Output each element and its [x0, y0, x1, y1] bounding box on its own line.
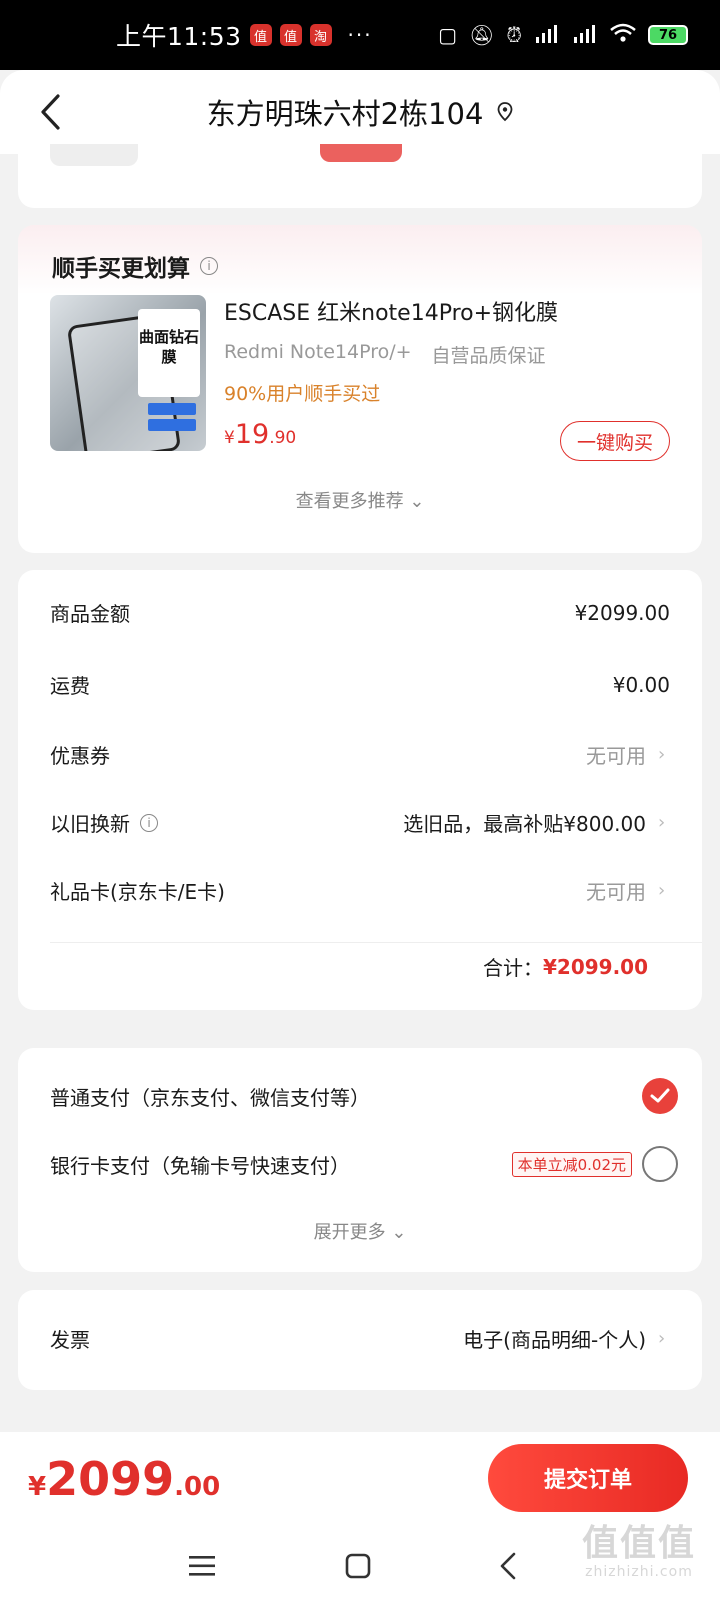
divider	[50, 942, 702, 943]
recommendation-title-text: 顺手买更划算	[52, 256, 190, 282]
product-image[interactable]: 曲面钻石膜	[50, 295, 206, 451]
payment-option-normal[interactable]: 普通支付（京东支付、微信支付等）	[50, 1078, 678, 1114]
checkout-total-price: ¥ 2099 .00	[28, 1452, 220, 1506]
expand-more-payment[interactable]: 展开更多 ⌄	[18, 1218, 702, 1244]
product-tag: 自营品质保证	[431, 345, 546, 367]
battery-icon: 76	[648, 25, 688, 45]
chevron-right-icon: ›	[658, 744, 666, 765]
goods-amount-row: 商品金额 ¥2099.00	[50, 598, 670, 627]
goods-amount-value: ¥2099.00	[574, 600, 670, 625]
app-notification-icon: 值	[279, 24, 302, 46]
info-icon[interactable]: i	[200, 257, 218, 275]
tradein-value: 选旧品，最高补贴¥800.00	[403, 812, 646, 836]
price-currency: ¥	[28, 1472, 47, 1502]
invoice-label: 发票	[50, 1328, 90, 1352]
back-nav-icon[interactable]	[490, 1548, 526, 1584]
product-image-tag	[148, 419, 196, 431]
address-title[interactable]: 东方明珠六村2栋104	[207, 91, 484, 133]
invoice-row[interactable]: 发票 电子(商品明细-个人) ›	[50, 1324, 670, 1353]
price-integer: 19	[234, 419, 270, 450]
price-decimal: .90	[269, 428, 297, 448]
wifi-icon	[610, 23, 636, 48]
recommendation-card: 顺手买更划算 i 曲面钻石膜 ESCASE 红米note14Pro+钢化膜 Re…	[18, 225, 702, 553]
payment-option-right: 本单立减0.02元	[511, 1146, 678, 1182]
giftcard-row[interactable]: 礼品卡(京东卡/E卡) 无可用 ›	[50, 876, 670, 905]
back-button[interactable]	[30, 92, 70, 132]
chevron-left-icon	[41, 94, 60, 130]
submit-order-button[interactable]: 提交订单	[488, 1444, 688, 1512]
shipping-value: ¥0.00	[612, 672, 670, 697]
app-notification-icon: 淘	[309, 24, 332, 46]
product-name[interactable]: ESCASE 红米note14Pro+钢化膜	[224, 295, 558, 327]
product-image-badge: 曲面钻石膜	[138, 309, 200, 397]
shipping-row: 运费 ¥0.00	[50, 670, 670, 699]
watermark-url: zhizhizhi.com	[585, 1564, 693, 1580]
product-subtitle: Redmi Note14Pro/+ 自营品质保证	[224, 341, 546, 368]
payment-option-bank[interactable]: 银行卡支付（免输卡号快速支付） 本单立减0.02元	[50, 1146, 678, 1182]
total-label: 合计：	[482, 956, 543, 980]
payment-radio-selected[interactable]	[642, 1078, 678, 1114]
payment-option-label: 普通支付（京东支付、微信支付等）	[50, 1085, 370, 1110]
home-icon[interactable]	[340, 1548, 376, 1584]
recommendation-title: 顺手买更划算 i	[52, 249, 218, 283]
price-decimal: .00	[174, 1472, 221, 1502]
promo-badge: 本单立减0.02元	[511, 1151, 632, 1177]
product-thumbnail	[320, 144, 402, 162]
giftcard-label: 礼品卡(京东卡/E卡)	[50, 880, 225, 904]
alarm-icon: ⏰︎	[506, 23, 522, 47]
price-integer: 2099	[46, 1452, 175, 1506]
total-row: 合计： ¥2099.00	[483, 952, 648, 981]
total-value: ¥2099.00	[542, 954, 648, 979]
signal-icon	[534, 23, 560, 48]
mute-icon: 🔕︎	[469, 23, 495, 47]
checkout-bar: ¥ 2099 .00 提交订单	[0, 1432, 720, 1532]
location-pin-icon[interactable]	[497, 102, 513, 122]
chevron-right-icon: ›	[658, 880, 666, 901]
payment-method-card: 普通支付（京东支付、微信支付等） 银行卡支付（免输卡号快速支付） 本单立减0.0…	[18, 1048, 702, 1272]
product-card-partial	[18, 140, 702, 208]
watermark: 值值值 zhizhizhi.com	[581, 1523, 696, 1581]
status-bar: 上午11:53 值 值 淘 ··· ▢ 🔕︎ ⏰︎ 76	[0, 0, 720, 70]
payment-option-label: 银行卡支付（免输卡号快速支付）	[50, 1153, 350, 1178]
coupon-value: 无可用	[586, 744, 646, 768]
product-price: ¥ 19 .90	[224, 419, 296, 450]
one-key-buy-button[interactable]: 一键购买	[560, 421, 670, 461]
coupon-label: 优惠券	[50, 744, 110, 768]
product-model: Redmi Note14Pro/+	[224, 341, 412, 363]
info-icon[interactable]: i	[140, 813, 158, 832]
giftcard-value: 无可用	[586, 880, 646, 904]
status-right-icons: ▢ 🔕︎ ⏰︎ 76	[438, 23, 688, 48]
signal-icon	[572, 23, 598, 48]
chevron-right-icon: ›	[658, 812, 666, 833]
invoice-value: 电子(商品明细-个人)	[463, 1328, 646, 1352]
shipping-label: 运费	[50, 674, 90, 698]
status-time: 上午11:53	[116, 22, 242, 51]
chevron-right-icon: ›	[658, 1328, 666, 1349]
status-app-icons: 值 值 淘	[249, 24, 332, 46]
goods-amount-label: 商品金额	[50, 602, 130, 626]
coupon-row[interactable]: 优惠券 无可用 ›	[50, 740, 670, 769]
price-currency: ¥	[224, 428, 235, 448]
nfc-icon: ▢	[438, 23, 457, 47]
see-more-recommendations[interactable]: 查看更多推荐 ⌄	[18, 487, 702, 513]
menu-icon[interactable]	[184, 1548, 220, 1584]
tradein-label: 以旧换新 i	[50, 808, 158, 837]
product-thumbnail	[50, 144, 138, 166]
buy-rate-note: 90%用户顺手买过	[224, 383, 381, 405]
watermark-logo: 值值值	[581, 1523, 696, 1564]
check-icon	[642, 1078, 678, 1114]
payment-radio-unselected[interactable]	[642, 1146, 678, 1182]
tradein-row[interactable]: 以旧换新 i 选旧品，最高补贴¥800.00 ›	[50, 808, 670, 837]
product-image-tag	[148, 403, 196, 415]
cost-summary-card: 商品金额 ¥2099.00 运费 ¥0.00 优惠券 无可用 › 以旧换新 i …	[18, 570, 702, 1010]
app-notification-icon: 值	[249, 24, 272, 46]
more-notifications-icon: ···	[347, 23, 373, 47]
tradein-label-text: 以旧换新	[50, 812, 130, 836]
invoice-card[interactable]: 发票 电子(商品明细-个人) ›	[18, 1290, 702, 1390]
